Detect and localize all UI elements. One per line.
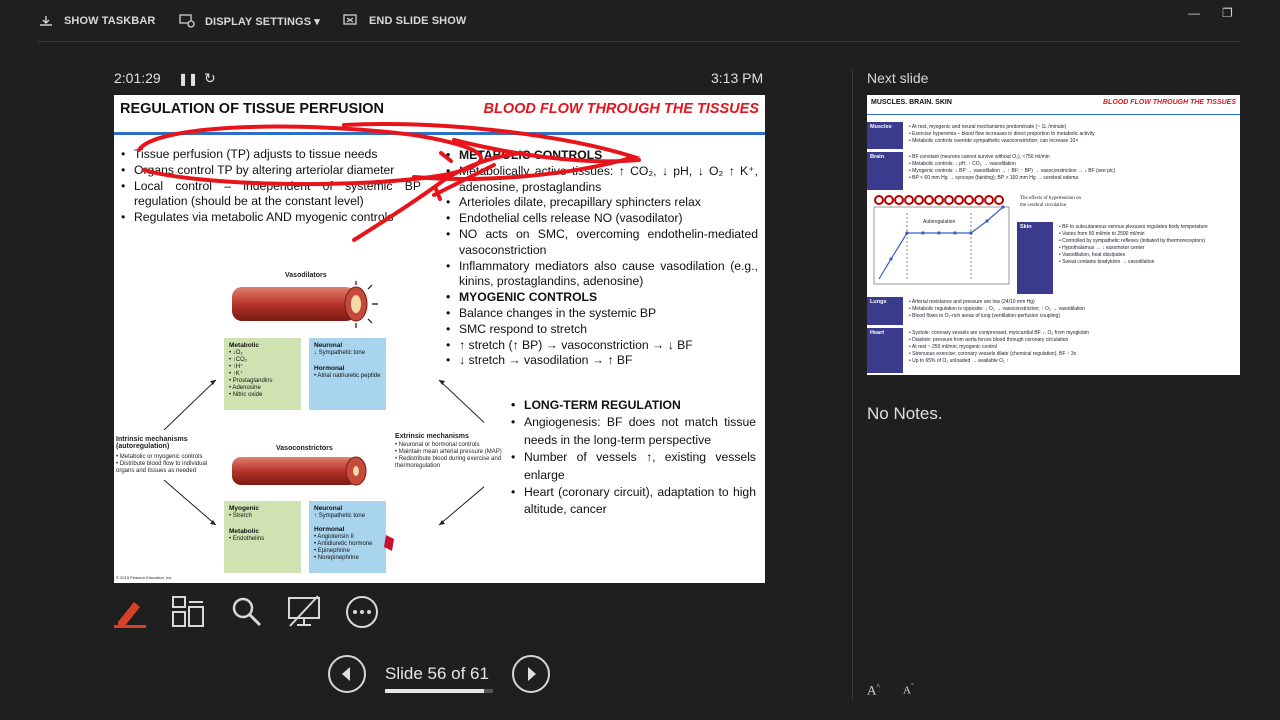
more-options-icon[interactable] [344,594,380,630]
section-item: Hypothalamus → ↓ vasomotor center [1059,245,1237,252]
section-item: Myogenic controls: ↓ BP → vasodilation →… [909,168,1234,175]
autoregulation-chart: Autoregulation [873,195,1010,285]
section-item: Controlled by sympathetic reflexes (init… [1059,238,1237,245]
speaker-notes: No Notes. [867,404,943,423]
section-item: BF constant (neurons cannot survive with… [909,154,1234,161]
section-item: Metabolic controls: ↓ pH, ↑ CO₂ → vasodi… [909,161,1234,168]
section-body: At rest, myogenic and neural mechanisms … [909,124,1234,145]
section-item: Diastole: pressure from aorta forces blo… [909,337,1234,344]
section-item: At rest, myogenic and neural mechanisms … [909,124,1234,131]
section-item: Systole: coronary vessels are compressed… [909,330,1234,337]
next-slide-title: MUSCLES. BRAIN. SKIN [871,99,952,106]
next-slide-preview[interactable]: MUSCLES. BRAIN. SKIN BLOOD FLOW THROUGH … [867,95,1240,375]
slide-progress-bar [385,689,493,693]
triangle-left-icon [342,667,350,681]
end-slide-show-label: END SLIDE SHOW [369,15,467,27]
section-item: Sweat contains bradykinin → vasodilation [1059,259,1237,266]
next-slide-topic-title: BLOOD FLOW THROUGH THE TISSUES [1103,99,1236,106]
restore-button[interactable]: ❐ [1222,6,1233,20]
section-item: Blood flows to O₂-rich areas of lung (ve… [909,313,1234,320]
see-all-slides-icon[interactable] [170,594,206,630]
next-title-rule [867,114,1240,115]
black-screen-icon[interactable] [286,594,322,630]
restart-timer-icon[interactable]: ↻ [204,70,216,87]
section-item: Vasodilation, heat dissipates [1059,252,1237,259]
minimize-button[interactable]: — [1188,6,1200,20]
presenter-toolbar: SHOW TASKBAR DISPLAY SETTINGS ▾ END SLID… [0,0,1280,42]
chart-caption: The effects of hypertension on the cereb… [1020,196,1081,208]
show-taskbar-button[interactable]: SHOW TASKBAR [38,14,155,28]
section-item: Varies from 50 ml/min to 2500 ml/min [1059,231,1237,238]
decrease-font-button[interactable]: Aˇ [903,682,914,697]
section-label: Skin [1017,222,1053,294]
section-item: BP < 60 mm Hg → syncope (fainting); BP >… [909,175,1234,182]
show-taskbar-label: SHOW TASKBAR [64,15,156,27]
section-label: Brain [867,152,903,190]
section-label: Muscles [867,122,903,149]
section-item: Exercise hyperemia – blood flow increase… [909,131,1234,138]
section-label: Lungs [867,297,903,325]
slide-counter[interactable]: Slide 56 of 61 [385,664,489,684]
autoregulation-label: Autoregulation [923,219,955,225]
display-settings-label: DISPLAY SETTINGS ▾ [205,15,320,28]
section-body: BF to subcutaneous venous plexuses regul… [1059,224,1237,266]
section-body: Systole: coronary vessels are compressed… [909,330,1234,365]
section-body: Arterial resistance and pressure are low… [909,299,1234,320]
pause-timer-icon[interactable]: ❚❚ [178,72,198,86]
pen-tool-icon[interactable] [112,594,148,630]
next-slide-button[interactable] [512,655,550,693]
current-slide[interactable]: REGULATION OF TISSUE PERFUSION BLOOD FLO… [114,95,765,583]
section-item: Up to 65% of O₂ unloaded → available O₂ … [909,358,1234,365]
display-settings-button[interactable]: DISPLAY SETTINGS ▾ [179,14,320,28]
taskbar-icon [40,16,52,26]
section-label: Heart [867,328,903,373]
pane-divider[interactable] [852,70,853,700]
elapsed-timer: 2:01:29 [114,70,161,86]
section-item: BF to subcutaneous venous plexuses regul… [1059,224,1237,231]
section-body: BF constant (neurons cannot survive with… [909,154,1234,182]
previous-slide-button[interactable] [328,655,366,693]
end-slide-show-button[interactable]: END SLIDE SHOW [343,14,466,28]
increase-font-button[interactable]: A^ [867,682,880,698]
next-slide-label: Next slide [867,70,929,86]
section-item: Strenuous exercise: coronary vessels dil… [909,351,1234,358]
end-show-icon [343,14,357,25]
section-item: Metabolic controls override sympathetic … [909,138,1234,145]
section-item: Arterial resistance and pressure are low… [909,299,1234,306]
zoom-icon[interactable] [228,594,264,630]
section-item: Metabolic regulation is opposite: ↓ O₂ →… [909,306,1234,313]
slide-progress-fill [385,689,485,693]
toolbar-divider [38,41,1240,42]
ink-annotations [137,122,641,551]
section-item: At rest ~ 250 ml/min; myogenic control [909,344,1234,351]
triangle-right-icon [528,667,536,681]
display-settings-icon [179,14,195,28]
current-time: 3:13 PM [711,70,764,86]
